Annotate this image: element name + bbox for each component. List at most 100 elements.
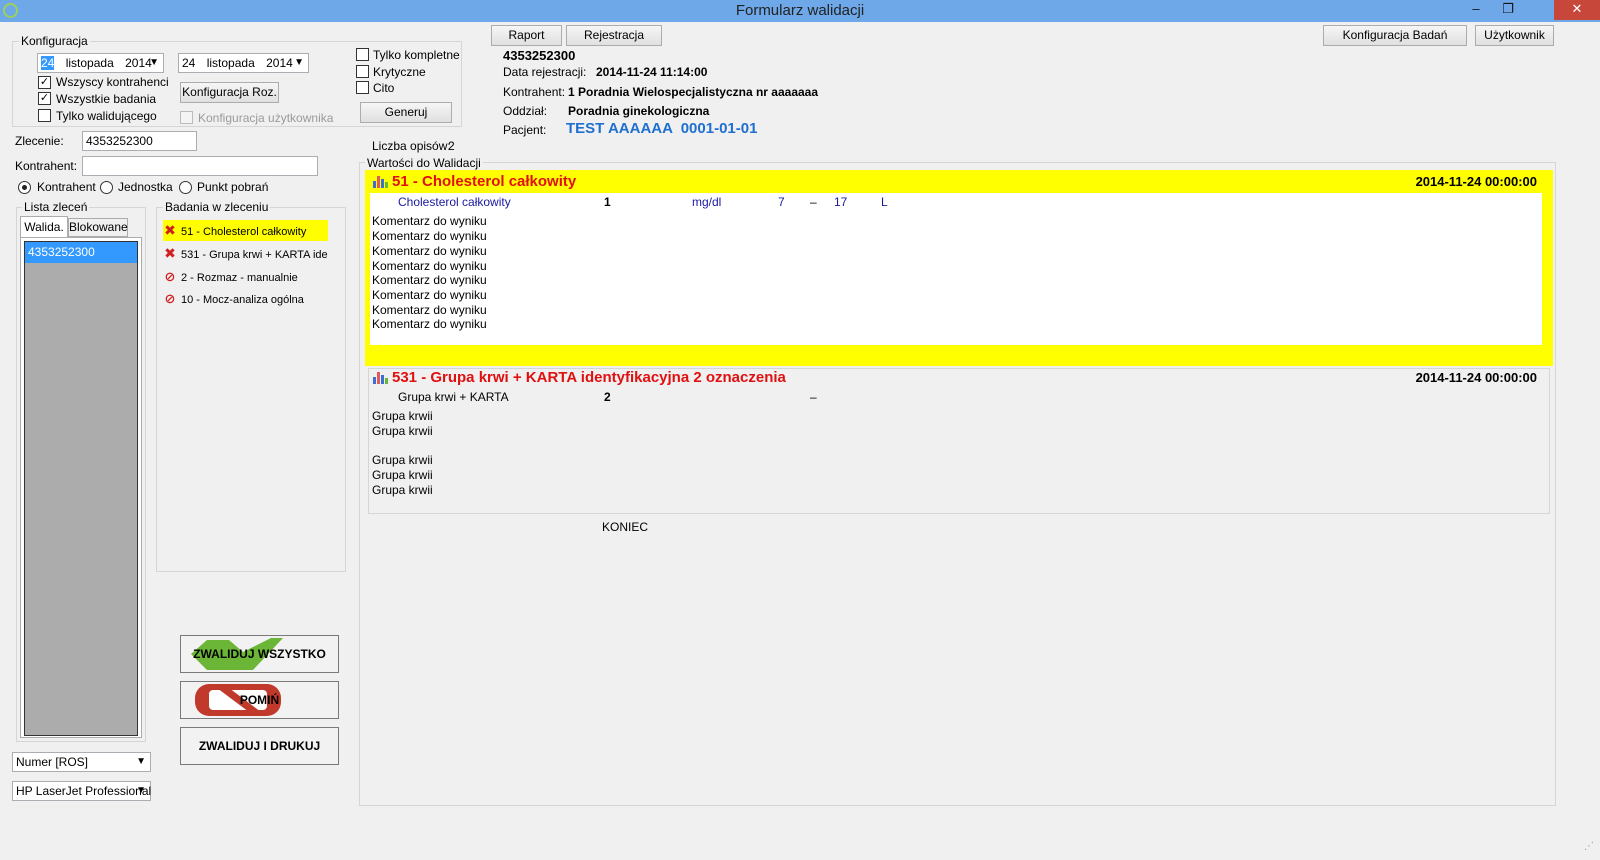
pomin-label: POMIŃ	[239, 693, 280, 707]
test-card-51-body	[370, 193, 1542, 345]
no-entry-icon: ⊘	[164, 269, 176, 284]
x-icon: ✖	[164, 222, 176, 238]
liczba-opisow-label: Liczba opisów:	[372, 139, 451, 153]
pacjent-value: TEST AAAAAA 0001-01-01	[566, 120, 758, 137]
numer-select-value: Numer [ROS]	[16, 755, 89, 769]
date-from-picker[interactable]: 24 listopada 2014 ▼	[37, 53, 164, 73]
end-marker: KONIEC	[602, 520, 649, 534]
date-to-picker[interactable]: 24 listopada 2014 ▼	[178, 53, 309, 73]
chevron-down-icon: ▼	[149, 57, 159, 68]
date-to-month: listopada	[206, 56, 255, 70]
rejestracja-button[interactable]: Rejestracja	[566, 25, 662, 46]
radio-punkt-pobran[interactable]	[179, 181, 192, 194]
konfiguracja-badan-button[interactable]: Konfiguracja Badań	[1323, 25, 1467, 46]
config-group-title: Konfiguracja	[19, 34, 90, 48]
badanie-item-531[interactable]: ✖ 531 - Grupa krwi + KARTA identyfikacyjn…	[163, 243, 328, 264]
konfiguracja-roz-button[interactable]: Konfiguracja Roz.	[180, 82, 279, 103]
checkbox-konfiguracja-uzytkownika[interactable]	[180, 111, 193, 124]
kontrahent-input[interactable]	[82, 156, 318, 176]
chevron-down-icon: ▼	[136, 785, 146, 796]
comment-line: Komentarz do wyniku	[372, 317, 487, 331]
comment-line: Komentarz do wyniku	[372, 288, 487, 302]
label-tylko-walidujacego: Tylko walidującego	[56, 109, 157, 123]
checkbox-tylko-walidujacego[interactable]	[38, 109, 51, 122]
comment-line: Komentarz do wyniku	[372, 229, 487, 243]
resize-grip-icon[interactable]: ⋰	[1584, 842, 1596, 854]
result-flag: L	[881, 195, 888, 209]
badanie-label: 10 - Mocz-analiza ogólna	[181, 294, 304, 306]
list-item[interactable]: 4353252300	[25, 242, 137, 263]
tab-walida[interactable]: Walida.	[20, 216, 68, 238]
label-cito: Cito	[373, 81, 395, 95]
chevron-down-icon: ▼	[136, 756, 146, 767]
zwaliduj-wszystko-label: ZWALIDUJ WSZYSTKO	[193, 647, 326, 661]
label-krytyczne: Krytyczne	[373, 65, 426, 79]
raport-button[interactable]: Raport	[491, 25, 562, 46]
numer-select[interactable]: Numer [ROS] ▼	[12, 752, 151, 772]
checkbox-krytyczne[interactable]	[356, 65, 369, 78]
date-from-day: 24	[41, 56, 55, 70]
printer-select[interactable]: HP LaserJet Professional ▼	[12, 781, 151, 801]
liczba-opisow-value: 2	[448, 139, 455, 153]
generuj-button[interactable]: Generuj	[360, 102, 452, 123]
comment-line: Komentarz do wyniku	[372, 244, 487, 258]
result-range-dash: –	[810, 195, 817, 209]
checkbox-tylko-kompletne[interactable]	[356, 48, 369, 61]
comment-line: Komentarz do wyniku	[372, 273, 487, 287]
lista-zlecen-title: Lista zleceń	[22, 200, 90, 214]
result-value[interactable]: 1	[604, 195, 611, 209]
test-header-531: 531 - Grupa krwi + KARTA identyfikacyjna…	[367, 368, 1551, 388]
date-from-year: 2014	[125, 56, 152, 70]
badanie-item-2[interactable]: ⊘ 2 - Rozmaz - manualnie	[163, 266, 328, 287]
test-date: 2014-11-24 00:00:00	[1415, 174, 1537, 189]
radio-jednostka-label: Jednostka	[118, 180, 173, 194]
checkbox-cito[interactable]	[356, 81, 369, 94]
date-from-month: listopada	[65, 56, 114, 70]
result-name: Cholesterol całkowity	[398, 195, 511, 209]
badanie-item-10[interactable]: ⊘ 10 - Mocz-analiza ogólna	[163, 288, 328, 309]
x-icon: ✖	[164, 245, 176, 261]
printer-select-value: HP LaserJet Professional	[16, 784, 152, 798]
test-date: 2014-11-24 00:00:00	[1415, 370, 1537, 385]
date-to-year: 2014	[266, 56, 293, 70]
badanie-item-51[interactable]: ✖ 51 - Cholesterol całkowity	[163, 220, 328, 241]
result-name: Grupa krwi + KARTA	[398, 390, 509, 404]
radio-kontrahent-label: Kontrahent	[37, 180, 96, 194]
zlecenia-list[interactable]	[24, 241, 138, 736]
pomin-button[interactable]: POMIŃ	[180, 681, 339, 719]
window-title: Formularz walidacji	[735, 2, 865, 19]
no-entry-icon: ⊘	[164, 291, 176, 306]
checkbox-wszystkie-badania[interactable]: ✓	[38, 92, 51, 105]
chart-icon	[373, 176, 388, 188]
comment-line: Grupa krwii	[372, 409, 433, 423]
test-header-51: 51 - Cholesterol całkowity 2014-11-24 00…	[367, 172, 1551, 192]
label-wszyscy-kontrahenci: Wszyscy kontrahenci	[56, 75, 169, 89]
uzytkownik-button[interactable]: Użytkownik	[1475, 25, 1554, 46]
result-range-low: 7	[778, 195, 785, 209]
badania-title: Badania w zleceniu	[163, 200, 271, 214]
minimize-button[interactable]: –	[1462, 0, 1490, 20]
close-button[interactable]: ✕	[1554, 0, 1600, 20]
comment-line: Grupa krwii	[372, 424, 433, 438]
badanie-label: 2 - Rozmaz - manualnie	[181, 272, 298, 284]
zwaliduj-i-drukuj-button[interactable]: ZWALIDUJ I DRUKUJ	[180, 727, 339, 765]
title-bar: Formularz walidacji – ❐ ✕	[0, 0, 1600, 22]
zlecenie-input[interactable]: 4353252300	[82, 131, 197, 151]
tab-blokowane[interactable]: Blokowane	[68, 218, 128, 237]
zlecenie-label: Zlecenie:	[15, 134, 64, 148]
order-kontrahent-label: Kontrahent:	[503, 85, 566, 99]
result-value[interactable]: 2	[604, 390, 611, 404]
oddzial-label: Oddział:	[503, 104, 548, 118]
radio-kontrahent[interactable]	[18, 181, 31, 194]
restore-button[interactable]: ❐	[1494, 0, 1522, 20]
checkbox-wszyscy-kontrahenci[interactable]: ✓	[38, 76, 51, 89]
label-konfiguracja-uzytkownika: Konfiguracja użytkownika	[198, 111, 334, 125]
test-title: 531 - Grupa krwi + KARTA identyfikacyjna…	[392, 369, 786, 386]
radio-jednostka[interactable]	[100, 181, 113, 194]
zwaliduj-wszystko-button[interactable]: ZWALIDUJ WSZYSTKO	[180, 635, 339, 673]
data-rejestracji-label: Data rejestracji:	[503, 65, 587, 79]
comment-line: Grupa krwii	[372, 453, 433, 467]
order-number: 4353252300	[503, 48, 576, 63]
result-range-high: 17	[834, 195, 848, 209]
test-card-531[interactable]	[368, 368, 1550, 514]
